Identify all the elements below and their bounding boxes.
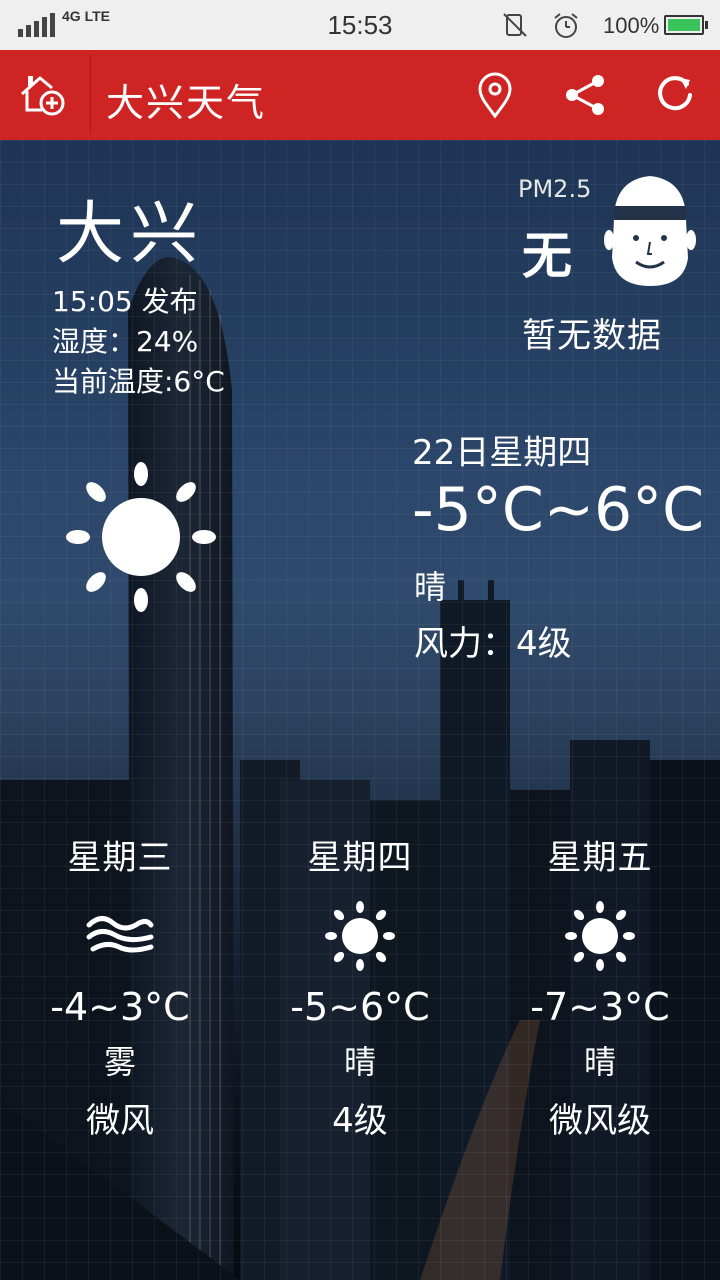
pm25-label: PM2.5 (518, 175, 592, 203)
forecast-condition: 晴 (583, 1043, 616, 1081)
forecast-condition: 晴 (343, 1043, 376, 1081)
publish-time: 15:05 发布 (52, 285, 198, 318)
app-bar: 大兴天气 (0, 50, 720, 140)
mute-icon (503, 13, 527, 37)
pm25-description: 暂无数据 (522, 316, 662, 356)
fog-icon (86, 916, 154, 953)
refresh-icon[interactable] (650, 70, 700, 120)
forecast-day: 星期四 -5~6°C 晴 4级 (240, 830, 480, 1142)
forecast-condition: 雾 (103, 1043, 136, 1081)
forecast-wind: 微风 (86, 1101, 154, 1141)
app-bar-divider (90, 54, 91, 134)
humidity: 湿度：24% (52, 325, 199, 358)
forecast-wind: 微风级 (549, 1101, 651, 1141)
home-add-icon[interactable] (18, 70, 68, 120)
face-icon (604, 176, 696, 286)
pm25-value: 无 (522, 227, 572, 285)
forecast-range: -4~3°C (50, 985, 190, 1029)
sun-icon (325, 901, 395, 971)
today-wind: 风力：4级 (414, 624, 572, 664)
today-date: 22日星期四 (412, 433, 592, 473)
forecast-range: -7~3°C (530, 985, 670, 1029)
battery-icon (664, 15, 708, 35)
city-name: 大兴 (56, 195, 205, 274)
forecast-day: 星期三 -4~3°C 雾 微风 (0, 830, 240, 1142)
forecast-range: -5~6°C (290, 985, 430, 1029)
status-bar: 4G LTE 15:53 100% (0, 0, 720, 50)
weather-main: 大兴 15:05 发布 湿度：24% 当前温度:6°C PM2.5 无 暂无数据… (0, 140, 720, 1280)
forecast-day-name: 星期四 (307, 838, 413, 878)
today-condition: 晴 (414, 568, 447, 606)
share-icon[interactable] (560, 70, 610, 120)
forecast-day-name: 星期五 (547, 838, 653, 878)
sun-icon (66, 462, 216, 612)
battery-percent: 100% (603, 13, 660, 38)
forecast-wind: 4级 (332, 1101, 388, 1141)
alarm-icon (554, 13, 578, 38)
forecast-day: 星期五 -7~3°C 晴 微风级 (480, 830, 720, 1142)
sun-icon (565, 901, 635, 971)
app-title: 大兴天气 (106, 81, 267, 125)
current-temperature: 当前温度:6°C (52, 365, 225, 398)
forecast-day-name: 星期三 (67, 838, 173, 878)
today-temperature-range: -5°C~6°C (412, 475, 705, 545)
location-pin-icon[interactable] (470, 70, 520, 120)
